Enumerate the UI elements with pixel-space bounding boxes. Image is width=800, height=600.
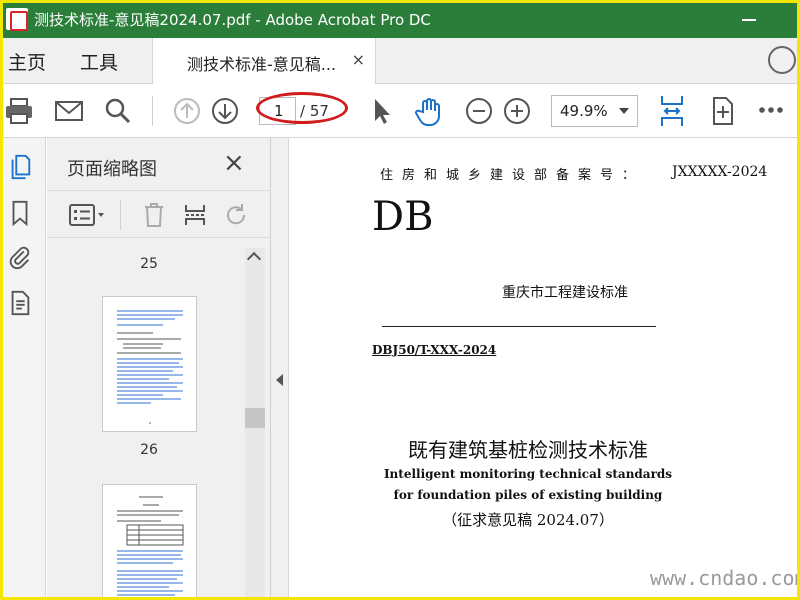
divider-rule — [382, 326, 656, 327]
document-properties-icon[interactable] — [8, 290, 32, 316]
zoom-value: 49.9% — [560, 102, 608, 120]
thumbnail-page-label: 25 — [140, 256, 158, 272]
record-number-label: 住房和城乡建设部备案号： — [380, 168, 645, 183]
hand-tool-icon[interactable] — [414, 97, 444, 127]
thumbnail-page-label: 26 — [140, 442, 158, 458]
search-icon[interactable] — [104, 97, 132, 125]
document-tab[interactable]: 测技术标准-意见稿... × — [152, 38, 376, 84]
window-title: 测技术标准-意见稿2024.07.pdf - Adobe Acrobat Pro… — [34, 10, 431, 29]
document-tab-label: 测技术标准-意见稿... — [187, 55, 337, 74]
select-cursor-icon[interactable] — [372, 97, 392, 125]
scroll-up-icon[interactable] — [246, 251, 262, 267]
acrobat-app-icon — [6, 8, 28, 31]
fit-width-icon[interactable] — [658, 94, 686, 128]
more-options-icon[interactable] — [758, 106, 784, 114]
scrollbar-thumb[interactable] — [245, 408, 265, 428]
thumbnails-separator — [120, 200, 121, 230]
collapse-panel-icon[interactable] — [276, 374, 283, 386]
document-title-en: Intelligent monitoring technical standar… — [383, 467, 673, 502]
record-number-code: JXXXXX-2024 — [672, 164, 768, 180]
insert-page-icon[interactable] — [183, 202, 207, 228]
bookmark-icon[interactable] — [8, 200, 32, 226]
thumbnail-page-26[interactable] — [102, 296, 197, 432]
toolbar-separator — [152, 96, 153, 126]
page-thumbnails-icon[interactable] — [8, 154, 32, 180]
thumbnail-content — [117, 496, 184, 596]
next-page-icon[interactable] — [211, 97, 239, 125]
zoom-in-icon[interactable] — [503, 97, 531, 125]
zoom-select[interactable]: 49.9% — [551, 95, 638, 127]
draft-note: （征求意见稿 2024.07） — [442, 511, 614, 529]
chevron-down-icon — [619, 108, 629, 114]
left-navigation-rail — [0, 138, 46, 600]
document-title-cn: 既有建筑基桩检测技术标准 — [408, 438, 648, 462]
document-page: 住房和城乡建设部备案号： JXXXXX-2024 DB 重庆市工程建设标准 DB… — [290, 138, 800, 600]
thumbnails-scrollbar[interactable] — [245, 248, 265, 600]
minimize-button[interactable] — [742, 19, 756, 21]
page-fit-icon[interactable] — [710, 96, 736, 126]
issuer-text: 重庆市工程建设标准 — [502, 285, 628, 301]
thumbnail-options-icon[interactable] — [69, 204, 107, 226]
title-bar: 测技术标准-意见稿2024.07.pdf - Adobe Acrobat Pro… — [0, 0, 800, 38]
panel-splitter[interactable] — [271, 138, 289, 600]
help-icon[interactable] — [768, 46, 796, 74]
tab-bar: 主页 工具 测技术标准-意见稿... × — [0, 38, 800, 84]
standard-number: DBJ50/T-XXX-2024 — [372, 343, 497, 357]
email-icon[interactable] — [54, 97, 84, 125]
db-mark: DB — [372, 194, 434, 240]
thumbnail-content — [117, 310, 183, 424]
main-toolbar: 1 / 57 49.9% — [0, 84, 800, 138]
close-tab-icon[interactable]: × — [352, 50, 365, 69]
delete-page-icon[interactable] — [142, 202, 166, 228]
attachment-icon[interactable] — [8, 244, 32, 270]
tools-tab[interactable]: 工具 — [80, 48, 118, 75]
previous-page-icon[interactable] — [173, 97, 201, 125]
red-highlight-ellipse — [256, 92, 348, 124]
rotate-page-icon[interactable] — [223, 202, 249, 228]
close-panel-icon[interactable]: × — [223, 148, 245, 178]
thumbnails-title: 页面缩略图 — [67, 159, 157, 180]
site-watermark: www.cndao.com — [650, 566, 800, 590]
thumbnail-page-27[interactable] — [102, 484, 197, 600]
home-tab[interactable]: 主页 — [8, 48, 46, 75]
zoom-out-icon[interactable] — [465, 97, 493, 125]
page-thumbnails-panel: 页面缩略图 × 25 26 — [47, 138, 271, 600]
thumbnails-toolbar — [47, 190, 271, 238]
print-icon[interactable] — [4, 97, 34, 125]
